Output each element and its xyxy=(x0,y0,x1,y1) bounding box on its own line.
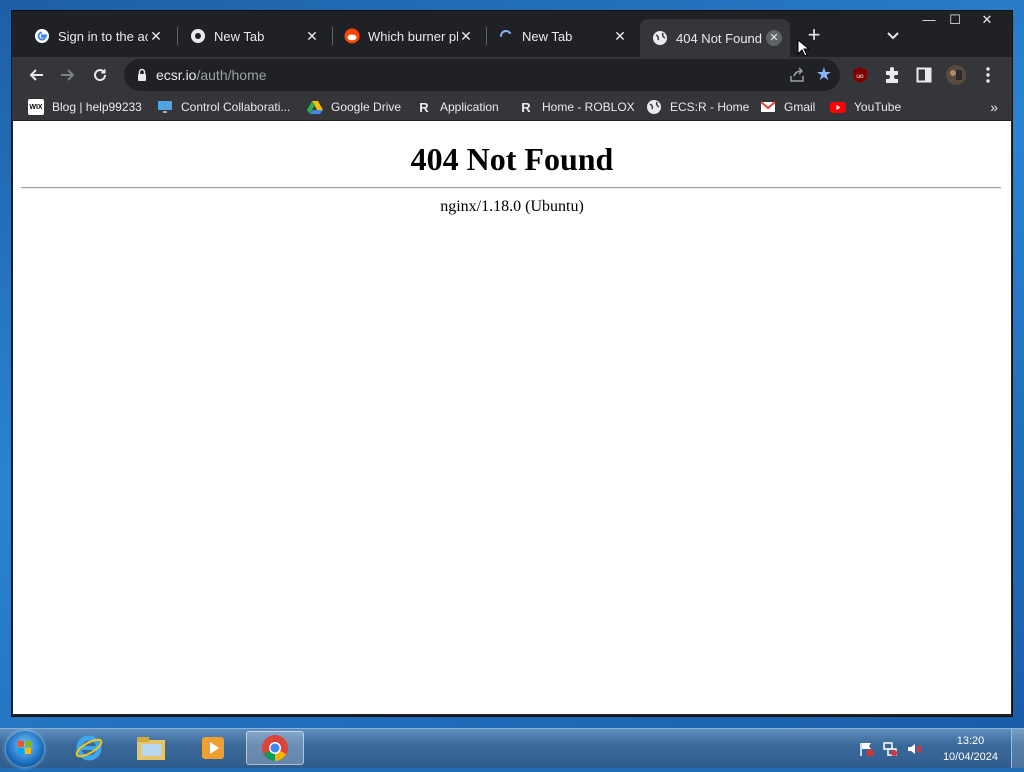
system-clock[interactable]: 13:20 10/04/2024 xyxy=(943,733,998,765)
bookmark-google-drive[interactable]: Google Drive xyxy=(307,97,401,117)
bookmarks-overflow-chevron-icon[interactable]: » xyxy=(990,99,998,115)
mouse-cursor-icon xyxy=(797,39,809,57)
bookmark-application[interactable]: R Application xyxy=(416,97,499,117)
network-icon[interactable] xyxy=(882,741,898,757)
forward-button[interactable] xyxy=(54,61,82,89)
google-drive-icon xyxy=(307,99,323,115)
tab-title: New Tab xyxy=(522,28,573,44)
server-signature: nginx/1.18.0 (Ubuntu) xyxy=(440,198,584,215)
bookmark-label: YouTube xyxy=(854,100,902,114)
tab-reddit[interactable]: Which burner ph ✕ xyxy=(332,21,482,51)
bookmark-label: Blog | help99233 xyxy=(52,100,142,114)
tab-title: Sign in to the acc xyxy=(58,28,148,44)
gmail-icon xyxy=(760,99,776,115)
bookmark-label: Home - ROBLOX xyxy=(542,100,635,114)
url-text[interactable]: ecsr.io/auth/home xyxy=(156,67,267,83)
clock-date: 10/04/2024 xyxy=(942,751,998,763)
bookmark-star-icon[interactable]: ★ xyxy=(816,64,832,85)
profile-avatar[interactable] xyxy=(944,63,968,87)
tab-search-chevron-icon[interactable] xyxy=(882,27,904,47)
side-panel-icon[interactable] xyxy=(912,63,936,87)
reload-button[interactable] xyxy=(86,61,114,89)
tab-close-button[interactable]: ✕ xyxy=(304,28,320,44)
bookmark-youtube[interactable]: YouTube xyxy=(830,97,901,117)
bookmark-ecsr-home[interactable]: ECS:R - Home xyxy=(646,97,749,117)
tab-close-button[interactable]: ✕ xyxy=(148,28,164,44)
file-explorer-icon[interactable] xyxy=(122,731,180,765)
bookmark-label: ECS:R - Home xyxy=(670,100,750,114)
tab-title: 404 Not Found xyxy=(676,30,763,46)
tab-404-not-found[interactable]: 404 Not Found ✕ xyxy=(640,19,790,57)
bookmark-label: Google Drive xyxy=(331,100,402,114)
start-button[interactable] xyxy=(6,731,44,767)
bookmark-label: Control Collaborati... xyxy=(181,100,291,114)
chrome-taskbar-icon[interactable] xyxy=(246,731,304,765)
tab-close-button[interactable]: ✕ xyxy=(612,28,628,44)
globe-icon xyxy=(646,99,662,115)
bookmark-blog[interactable]: WIX Blog | help99233 xyxy=(28,97,142,117)
bookmark-home-roblox[interactable]: R Home - ROBLOX xyxy=(518,97,635,117)
bookmark-control-collaboration[interactable]: Control Collaborati... xyxy=(157,97,290,117)
bookmarks-bar: WIX Blog | help99233 Control Collaborati… xyxy=(12,93,1012,121)
maximize-button[interactable]: ☐ xyxy=(940,11,970,29)
youtube-icon xyxy=(830,99,846,115)
google-icon xyxy=(34,28,50,44)
taskbar: 13:20 10/04/2024 xyxy=(0,728,1024,768)
tab-sign-in[interactable]: Sign in to the acc ✕ xyxy=(22,21,172,51)
extensions-puzzle-icon[interactable] xyxy=(880,63,904,87)
globe-icon xyxy=(652,30,668,46)
page-title: 404 Not Found xyxy=(410,141,614,177)
tab-new-tab-2[interactable]: New Tab ✕ xyxy=(486,21,636,51)
reddit-icon xyxy=(344,28,360,44)
tab-strip: Sign in to the acc ✕ New Tab ✕ Which bur… xyxy=(12,11,1012,57)
media-player-icon[interactable] xyxy=(184,731,242,765)
chrome-icon xyxy=(190,28,206,44)
tab-new-tab-1[interactable]: New Tab ✕ xyxy=(178,21,328,51)
svg-text:uo: uo xyxy=(856,73,864,80)
address-bar[interactable]: ecsr.io/auth/home ★ xyxy=(124,59,840,91)
internet-explorer-icon[interactable] xyxy=(60,731,118,765)
menu-kebab-icon[interactable] xyxy=(976,63,1000,87)
monitor-icon xyxy=(157,99,173,115)
back-button[interactable] xyxy=(22,61,50,89)
tab-close-button[interactable]: ✕ xyxy=(766,30,782,46)
page-content: 404 Not Found nginx/1.18.0 (Ubuntu) xyxy=(13,121,1011,714)
chrome-window: Sign in to the acc ✕ New Tab ✕ Which bur… xyxy=(12,11,1012,716)
url-path: /auth/home xyxy=(196,67,267,83)
divider xyxy=(21,187,1001,189)
tab-title: New Tab xyxy=(214,28,265,44)
bookmark-label: Gmail xyxy=(784,100,816,114)
bookmark-gmail[interactable]: Gmail xyxy=(760,97,815,117)
show-desktop-button[interactable] xyxy=(1011,729,1024,768)
volume-muted-icon[interactable] xyxy=(906,741,922,757)
clock-time: 13:20 xyxy=(956,735,985,747)
lock-icon[interactable] xyxy=(134,67,150,83)
share-icon[interactable] xyxy=(788,66,806,84)
roblox-r-icon: R xyxy=(521,99,531,115)
close-window-button[interactable]: ✕ xyxy=(972,11,1002,29)
loading-spinner-icon xyxy=(498,28,514,44)
roblox-r-icon: R xyxy=(419,99,429,115)
url-host: ecsr.io xyxy=(156,67,197,83)
action-center-flag-icon[interactable] xyxy=(858,741,874,757)
tab-close-button[interactable]: ✕ xyxy=(458,28,474,44)
ublock-extension-icon[interactable]: uo xyxy=(848,63,872,87)
bookmark-label: Application xyxy=(440,100,499,114)
wix-icon: WIX xyxy=(28,99,44,115)
navigation-toolbar: ecsr.io/auth/home ★ uo xyxy=(12,57,1012,93)
tab-title: Which burner ph xyxy=(368,28,458,44)
